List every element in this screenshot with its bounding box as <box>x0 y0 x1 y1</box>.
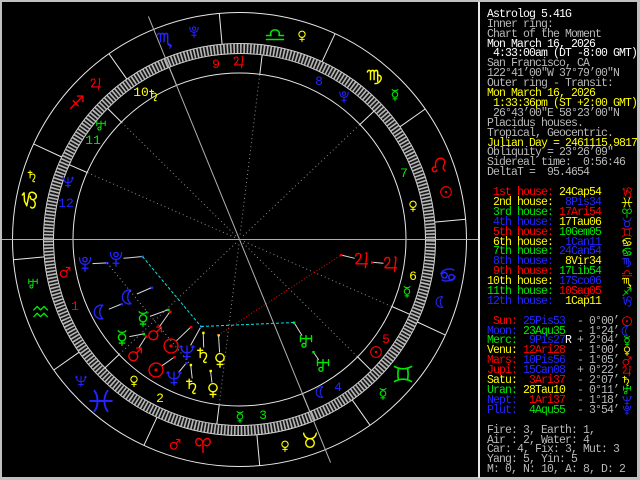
svg-text:11: 11 <box>85 133 101 148</box>
svg-text:9: 9 <box>212 57 220 72</box>
svg-text:8: 8 <box>315 74 323 89</box>
svg-text:6: 6 <box>409 269 417 284</box>
svg-text:2: 2 <box>156 391 164 406</box>
svg-text:5: 5 <box>382 332 390 347</box>
svg-text:7: 7 <box>400 166 408 181</box>
svg-text:4: 4 <box>334 380 342 395</box>
svg-text:12: 12 <box>58 196 74 211</box>
svg-text:3: 3 <box>259 408 267 423</box>
svg-text:10: 10 <box>133 85 149 100</box>
svg-text:1: 1 <box>71 299 79 314</box>
